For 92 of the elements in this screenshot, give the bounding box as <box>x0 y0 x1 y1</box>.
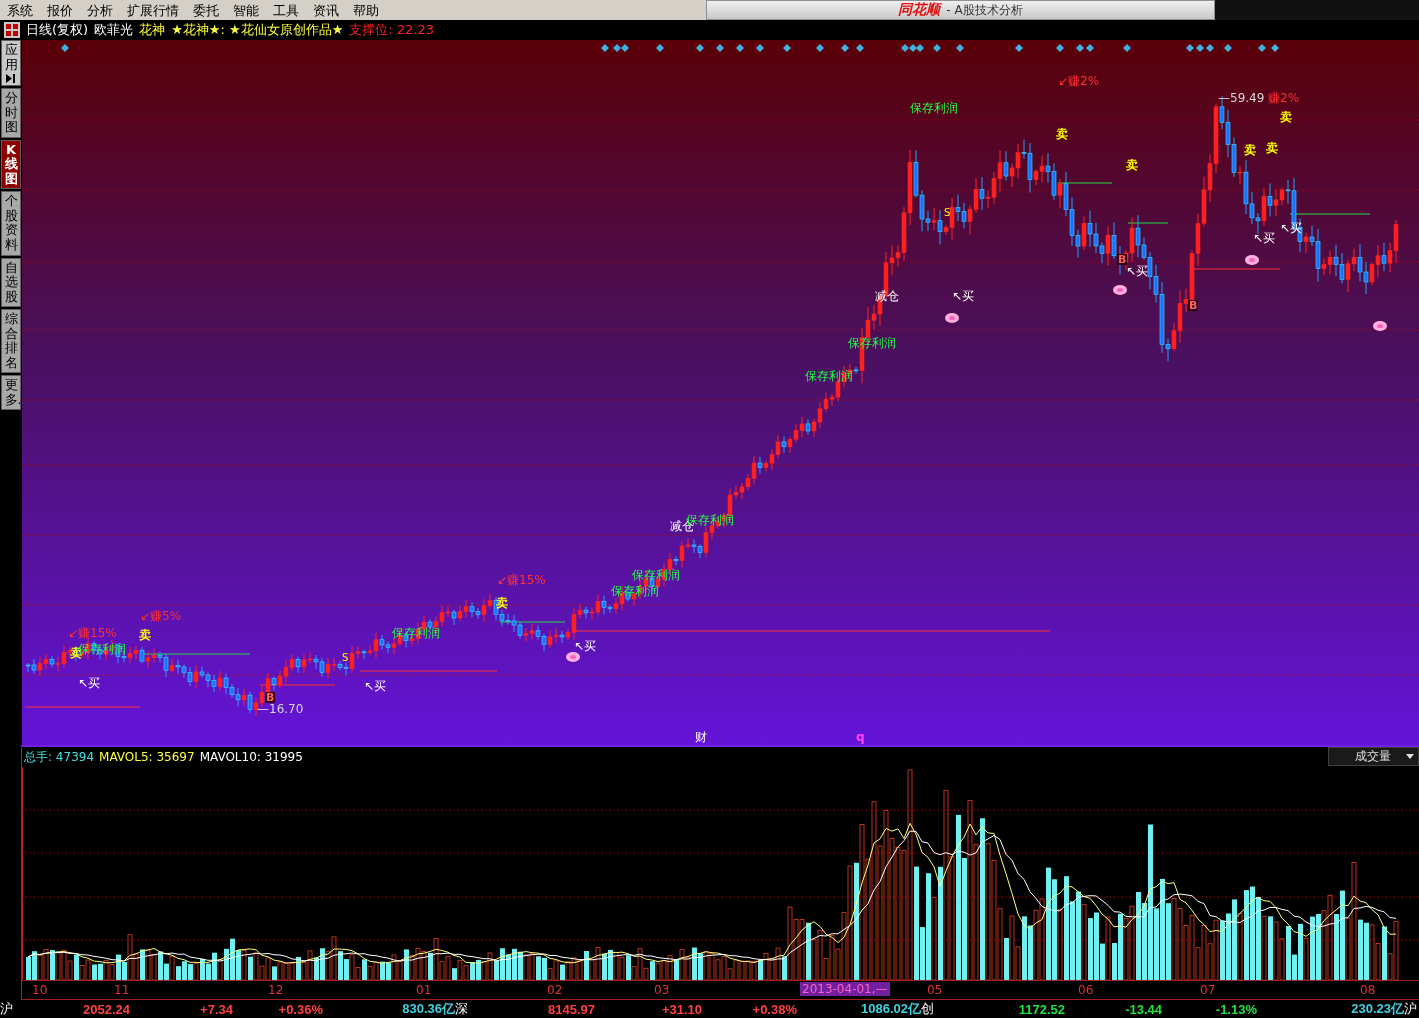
event-marker-label: q <box>856 731 865 743</box>
buy-signal-label: ↖买 <box>1126 265 1149 277</box>
index-value: -1.13% <box>1214 1001 1257 1017</box>
month-label: 12 <box>268 983 284 997</box>
menu-item[interactable]: 分析 <box>80 0 120 20</box>
menu-item[interactable]: 资讯 <box>306 0 346 20</box>
month-label: 02 <box>547 983 563 997</box>
menu-item[interactable]: 扩展行情 <box>120 0 186 20</box>
total-volume-label: 总手: 47394 <box>24 748 95 766</box>
sidebar-tab[interactable]: 个股资料 <box>1 191 21 256</box>
indicator-dropdown[interactable]: 成交量 <box>1328 747 1419 766</box>
buy-signal-label: ↖买 <box>574 640 597 652</box>
formula-title: ★花神★: ★花仙女原创作品★ <box>171 21 344 39</box>
market-name: 深 <box>455 1000 469 1018</box>
b-marker-label: B <box>1188 300 1199 311</box>
mavol5-label: MAVOL5: 35697 <box>99 750 195 764</box>
sell-signal-label: 卖 <box>1056 128 1068 140</box>
sidebar-tab[interactable]: 分时图 <box>1 88 21 138</box>
take-profit-label: 保存利润 <box>910 102 958 114</box>
b-marker-label: B <box>265 692 276 703</box>
profit-target-label: ↙赚2% <box>1058 75 1100 87</box>
take-profit-label: 保存利润 <box>611 585 659 597</box>
sell-signal-label: 卖 <box>1280 111 1292 123</box>
menu-item[interactable]: 系统 <box>0 0 40 20</box>
index-value: 8145.97 <box>547 1001 595 1017</box>
turnover-amount: 1086.02亿 <box>860 1000 921 1018</box>
market-name: 沪 <box>0 1000 14 1018</box>
indicator-name: 花神 <box>139 21 166 39</box>
profit-target-label: 赚2% <box>1268 92 1300 104</box>
price-label: —59.49 <box>1218 92 1265 104</box>
cursor-date-label: 2013-04-01,— <box>800 982 890 996</box>
sell-signal-label: 卖 <box>139 629 151 641</box>
month-label: 06 <box>1078 983 1094 997</box>
profit-target-label: ↙赚5% <box>140 610 182 622</box>
grid-icon[interactable] <box>4 22 20 38</box>
reduce-position-label: 减仓 <box>875 290 899 302</box>
turnover-amount: 830.36亿 <box>401 1000 455 1018</box>
index-value: +0.38% <box>751 1001 797 1017</box>
month-label: 11 <box>114 983 130 997</box>
month-label: 05 <box>927 983 943 997</box>
sell-signal-label: 卖 <box>1266 142 1278 154</box>
sidebar-tab[interactable]: K线图 <box>1 139 21 190</box>
month-label: 01 <box>416 983 432 997</box>
sell-signal-label: 卖 <box>1244 144 1256 156</box>
index-value: 1172.52 <box>1017 1001 1065 1017</box>
price-label: —16.70 <box>257 703 304 715</box>
window-title: - A股技术分析 <box>946 1 1023 19</box>
menu-item[interactable]: 智能 <box>226 0 266 20</box>
menu-item[interactable]: 工具 <box>266 0 306 20</box>
index-value: 2052.24 <box>82 1001 130 1017</box>
sell-signal-label: 卖 <box>1126 159 1138 171</box>
profit-target-label: ↙赚15% <box>497 574 546 586</box>
menu-item[interactable]: 报价 <box>40 0 80 20</box>
month-label: 03 <box>654 983 670 997</box>
menu-item[interactable]: 委托 <box>186 0 226 20</box>
caret-icon <box>1406 754 1414 759</box>
take-profit-label: 保存利润 <box>392 627 440 639</box>
mavol10-label: MAVOL10: 31995 <box>199 750 303 764</box>
take-profit-label: 保存利润 <box>805 370 853 382</box>
market-name: 创 <box>921 1000 935 1018</box>
support-level: 支撑位: 22.23 <box>349 21 435 39</box>
buy-signal-label: ↖买 <box>78 677 101 689</box>
index-value: +7.34 <box>199 1001 233 1017</box>
s-marker-label: S <box>342 653 349 663</box>
profit-target-label: ↙赚15% <box>68 627 117 639</box>
buy-signal-label: ↖买 <box>952 290 975 302</box>
month-label: 08 <box>1360 983 1376 997</box>
month-label: 07 <box>1200 983 1216 997</box>
finance-event-label: 财 <box>695 731 707 743</box>
month-label: 10 <box>32 983 48 997</box>
buy-signal-label: ↖买 <box>1253 232 1276 244</box>
market-name: 沪 <box>1404 1000 1418 1018</box>
take-profit-label: 保存利润 <box>848 337 896 349</box>
buy-signal-label: ↖买 <box>1280 222 1303 234</box>
take-profit-label: 保存利润 <box>632 569 680 581</box>
b-marker-label: B <box>1117 254 1128 265</box>
index-value: +31.10 <box>660 1001 702 1017</box>
sidebar-tab[interactable]: 应用 <box>1 40 21 87</box>
app-logo: 同花顺 <box>898 1 941 19</box>
sidebar-tab[interactable]: 更多.. <box>1 375 21 411</box>
period-label: 日线(复权) <box>26 21 89 39</box>
play-end-icon <box>6 74 16 84</box>
index-value: -13.44 <box>1124 1001 1162 1017</box>
s-marker-label: S <box>944 208 951 218</box>
sidebar-tab[interactable]: 自选股 <box>1 257 21 308</box>
sidebar-tab[interactable]: 综合排名 <box>1 309 21 374</box>
stock-name: 欧菲光 <box>94 21 134 39</box>
menu-item[interactable]: 帮助 <box>346 0 386 20</box>
sell-signal-label: 卖 <box>496 597 508 609</box>
buy-signal-label: ↖买 <box>364 680 387 692</box>
turnover-amount: 230.23亿 <box>1350 1000 1404 1018</box>
index-value: +0.36% <box>277 1001 323 1017</box>
